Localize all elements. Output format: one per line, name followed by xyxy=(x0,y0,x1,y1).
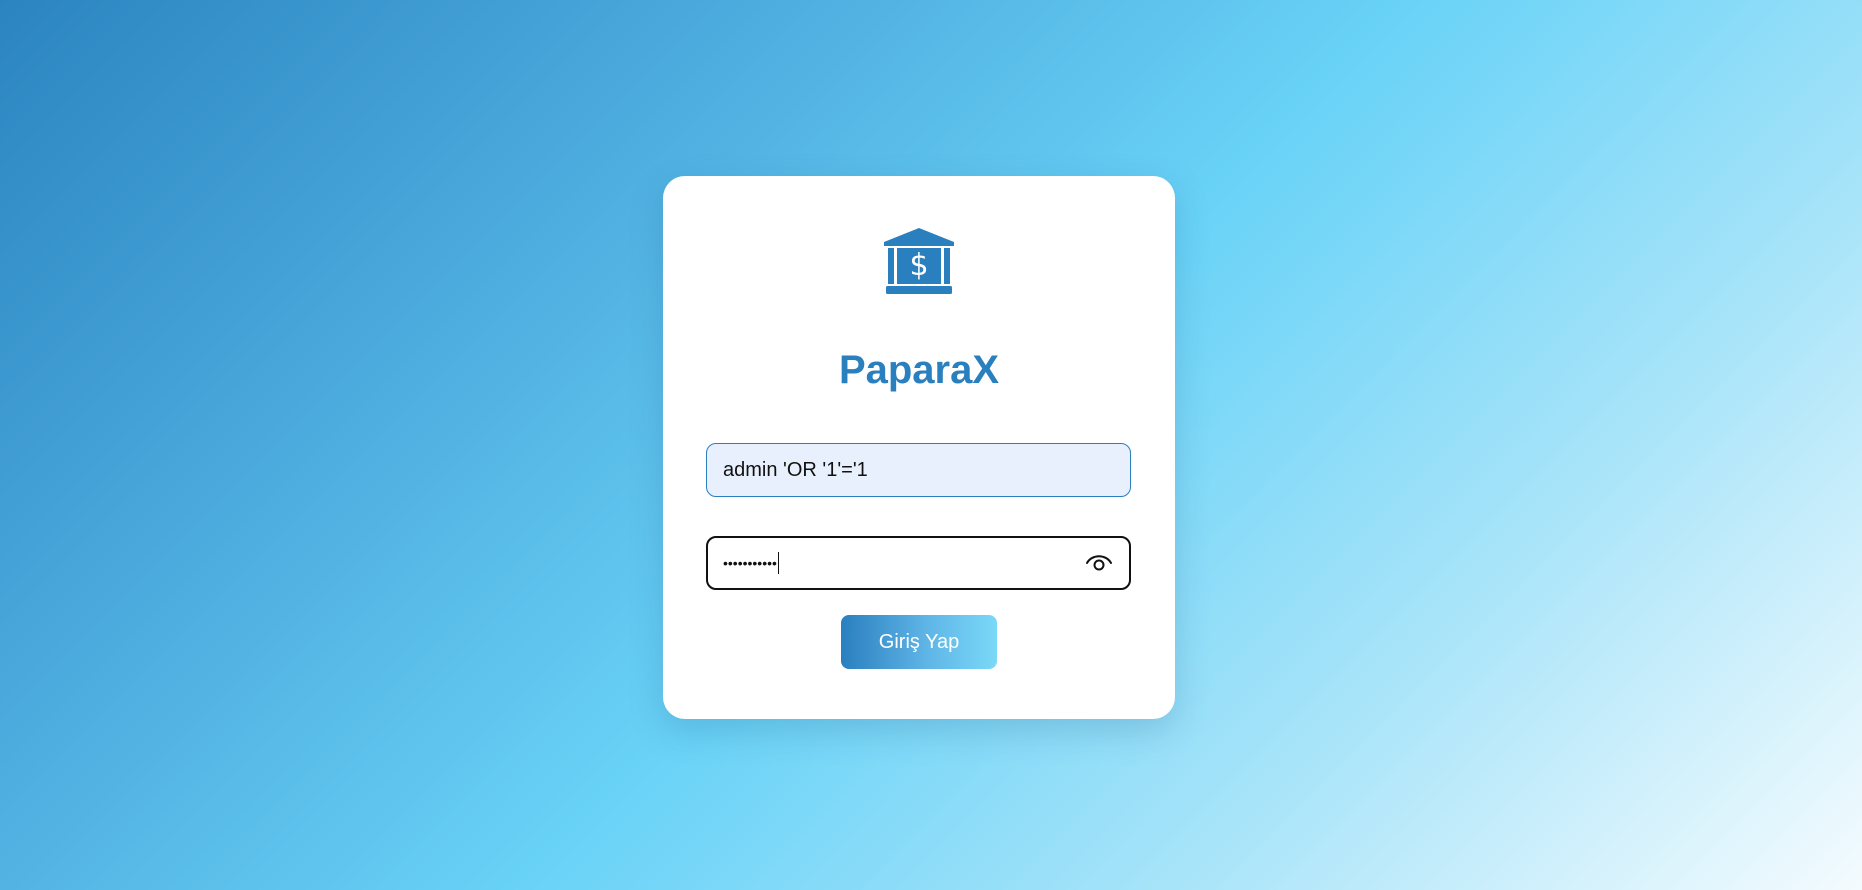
app-title: PaparaX xyxy=(838,348,1000,392)
password-value: ••••••••••• xyxy=(723,555,777,571)
login-card: $ PaparaX admin 'OR '1'='1 ••••••••••• G… xyxy=(663,176,1175,719)
username-value: admin 'OR '1'='1 xyxy=(723,458,868,481)
svg-text:$: $ xyxy=(909,248,928,283)
eye-icon[interactable] xyxy=(1085,552,1113,574)
password-input[interactable]: ••••••••••• xyxy=(706,536,1131,590)
login-button[interactable]: Giriş Yap xyxy=(841,615,997,669)
text-cursor xyxy=(777,552,779,574)
bank-dollar-icon: $ xyxy=(884,228,954,294)
username-input[interactable]: admin 'OR '1'='1 xyxy=(706,443,1131,497)
